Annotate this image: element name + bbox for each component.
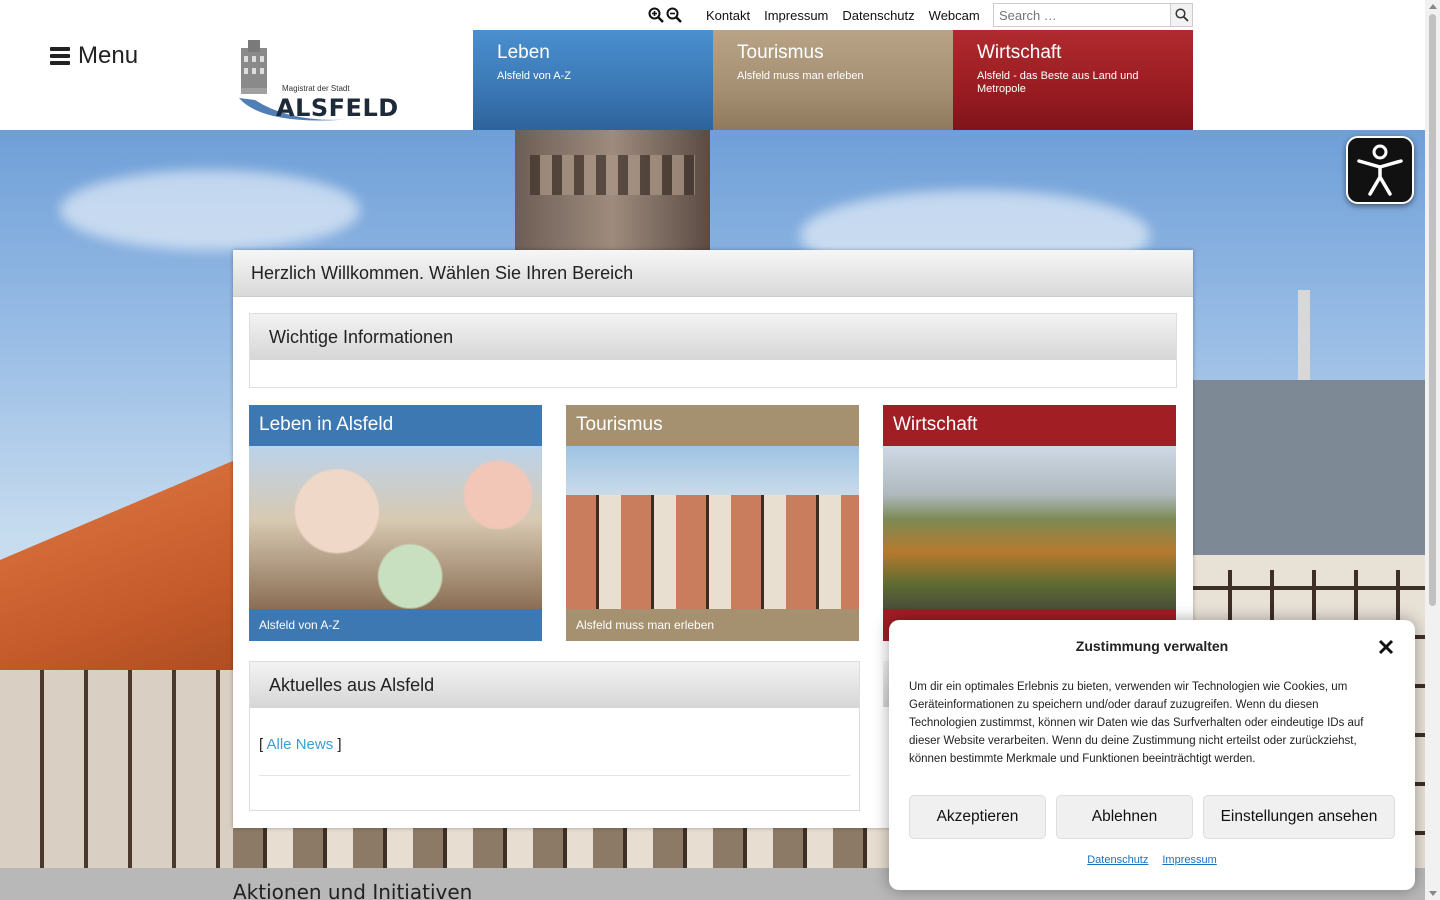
tile-wirtschaft[interactable]: Wirtschaft Alsfeld - das Beste aus Land … (953, 30, 1193, 130)
news-title: Aktuelles aus Alsfeld (250, 662, 859, 708)
cookie-links: Datenschutz Impressum (889, 854, 1415, 866)
tile-leben[interactable]: Leben Alsfeld von A-Z (473, 30, 713, 130)
card-title: Leben in Alsfeld (249, 405, 542, 446)
card-image-tourismus (566, 446, 859, 609)
all-news-link[interactable]: Alle News (267, 736, 334, 753)
card-image-leben (249, 446, 542, 609)
scroll-up-arrow[interactable] (1429, 4, 1437, 9)
tile-subtitle: Alsfeld muss man erleben (737, 70, 864, 82)
card-title: Tourismus (566, 405, 859, 446)
news-links: [ Alle News ] (250, 708, 859, 753)
toplink-datenschutz[interactable]: Datenschutz (842, 8, 914, 23)
important-info-box: Wichtige Informationen (249, 313, 1177, 388)
section-cards: Leben in Alsfeld Alsfeld von A-Z Tourism… (249, 405, 1176, 641)
toplink-impressum[interactable]: Impressum (764, 8, 828, 23)
scroll-thumb[interactable] (1429, 14, 1436, 606)
menu-label: Menu (78, 42, 139, 69)
tile-title: Leben (497, 42, 550, 63)
tile-title: Wirtschaft (977, 42, 1062, 63)
accessibility-icon (1357, 144, 1403, 196)
card-tourismus[interactable]: Tourismus Alsfeld muss man erleben (566, 405, 859, 641)
logo-title: ALSFELD (276, 94, 399, 122)
toplink-webcam[interactable]: Webcam (929, 8, 980, 23)
close-icon[interactable] (1375, 636, 1397, 658)
zoom-controls (648, 7, 682, 23)
cookie-body: Um dir ein optimales Erlebnis zu bieten,… (909, 681, 1364, 765)
menu-button[interactable]: Menu (50, 42, 138, 70)
search-icon (1174, 8, 1189, 22)
search-button[interactable] (1170, 4, 1192, 26)
accept-button[interactable]: Akzeptieren (909, 795, 1046, 839)
site-logo[interactable]: Magistrat der Stadt ALSFELD (235, 38, 398, 126)
tile-subtitle: Alsfeld von A-Z (497, 70, 571, 82)
decline-button[interactable]: Ablehnen (1056, 795, 1193, 839)
card-caption: Alsfeld von A-Z (249, 609, 542, 641)
panel-title: Herzlich Willkommen. Wählen Sie Ihren Be… (233, 250, 1193, 297)
cookie-consent-dialog: Zustimmung verwalten Um dir ein optimale… (889, 620, 1415, 890)
card-title: Wirtschaft (883, 405, 1176, 446)
cookie-imprint-link[interactable]: Impressum (1162, 854, 1216, 866)
cookie-privacy-link[interactable]: Datenschutz (1087, 854, 1148, 866)
bracket-close: ] (333, 736, 342, 753)
cookie-title: Zustimmung verwalten (1075, 638, 1229, 654)
toplink-kontakt[interactable]: Kontakt (706, 8, 750, 23)
zoom-in-icon[interactable] (648, 7, 664, 23)
search-box (993, 3, 1193, 27)
tile-title: Tourismus (737, 42, 824, 63)
news-box: Aktuelles aus Alsfeld [ Alle News ] (249, 661, 860, 811)
top-links: Kontakt Impressum Datenschutz Webcam (706, 8, 980, 23)
search-input[interactable] (994, 4, 1170, 26)
scroll-down-arrow[interactable] (1429, 891, 1437, 896)
cookie-buttons: Akzeptieren Ablehnen Einstellungen anseh… (909, 795, 1395, 839)
tile-tourismus[interactable]: Tourismus Alsfeld muss man erleben (713, 30, 953, 130)
hamburger-icon (50, 47, 70, 65)
card-image-wirtschaft (883, 446, 1176, 609)
card-wirtschaft[interactable]: Wirtschaft Alsfeld - das Beste aus Land … (883, 405, 1176, 641)
site-header: Menu Magistrat der Stadt ALSFELD Kontakt… (0, 0, 1425, 130)
page-scrollbar[interactable] (1425, 0, 1440, 900)
divider (259, 775, 850, 776)
accessibility-button[interactable] (1346, 136, 1414, 204)
zoom-out-icon[interactable] (666, 7, 682, 23)
section-heading-actions: Aktionen und Initiativen (233, 880, 473, 900)
tile-subtitle: Alsfeld - das Beste aus Land und Metropo… (977, 70, 1139, 95)
card-leben[interactable]: Leben in Alsfeld Alsfeld von A-Z (249, 405, 542, 641)
top-bar: Kontakt Impressum Datenschutz Webcam (648, 4, 980, 26)
logo-subtitle: Magistrat der Stadt (282, 84, 350, 93)
section-tiles: Leben Alsfeld von A-Z Tourismus Alsfeld … (473, 30, 1193, 130)
bracket-open: [ (259, 736, 267, 753)
view-settings-button[interactable]: Einstellungen ansehen (1203, 795, 1395, 839)
important-info-title: Wichtige Informationen (250, 314, 1176, 360)
card-caption: Alsfeld muss man erleben (566, 609, 859, 641)
